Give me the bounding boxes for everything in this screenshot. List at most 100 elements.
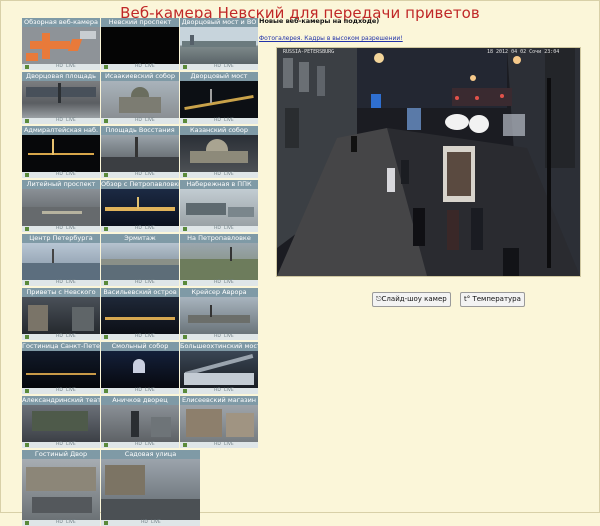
camera-status-bar: HD LIVE (101, 172, 179, 178)
street-scene-image (277, 48, 580, 276)
camera-status-bar: HD LIVE (101, 118, 179, 124)
camera-label: Васильевский остров (101, 288, 179, 297)
camera-thumb[interactable]: На Петропавловке HD LIVE (180, 234, 258, 286)
camera-image (180, 405, 258, 442)
camera-label: Приветы с Невского (22, 288, 100, 297)
camera-image (22, 459, 100, 520)
camera-thumb[interactable]: Обзорная веб-камера HD LIVE (22, 18, 100, 70)
camera-thumb[interactable]: Исаакиевский собор HD LIVE (101, 72, 179, 124)
camera-image (22, 405, 100, 442)
camera-image (22, 81, 100, 118)
camera-image (180, 81, 258, 118)
camera-status-bar: HD LIVE (180, 388, 258, 394)
camera-label: Смольный собор (101, 342, 179, 351)
camera-thumb[interactable]: Центр Петербурга HD LIVE (22, 234, 100, 286)
camera-image (22, 351, 100, 388)
camera-thumb[interactable]: Невский проспект HD LIVE (101, 18, 179, 70)
camera-thumb[interactable]: Площадь Восстания HD LIVE (101, 126, 179, 178)
camera-thumb[interactable]: Приветы с Невского HD LIVE (22, 288, 100, 340)
camera-status-bar: HD LIVE (180, 64, 258, 70)
camera-thumb[interactable]: Эрмитаж HD LIVE (101, 234, 179, 286)
camera-image (22, 189, 100, 226)
camera-status-bar: HD LIVE (22, 388, 100, 394)
camera-label: Александринский театр (22, 396, 100, 405)
camera-status-bar: HD LIVE (180, 172, 258, 178)
camera-label: Дворцовый мост (180, 72, 258, 81)
temperature-button[interactable]: t° Температура (460, 292, 525, 307)
camera-image (180, 135, 258, 172)
camera-image (101, 405, 179, 442)
camera-status-bar: HD LIVE (180, 118, 258, 124)
slideshow-button[interactable]: ⎋Слайд-шоу камер (372, 292, 451, 307)
camera-row: Дворцовая площадь HD LIVE Исаакиевский со… (22, 72, 258, 124)
camera-label: На Петропавловке (180, 234, 258, 243)
camera-status-bar: HD LIVE (22, 172, 100, 178)
camera-thumb[interactable]: Гостиный Двор HD LIVE (22, 450, 100, 526)
camera-status-bar: HD LIVE (22, 280, 100, 286)
camera-label: Обзор с Петропавловки (101, 180, 179, 189)
camera-status-bar: HD LIVE (22, 118, 100, 124)
camera-label: Гостиница Санкт-Петербург (22, 342, 100, 351)
camera-status-bar: HD LIVE (101, 334, 179, 340)
camera-label: Крейсер Аврора (180, 288, 258, 297)
camera-label: Елисеевский магазин (180, 396, 258, 405)
camera-thumb[interactable]: Дворцовый мост и ВО HD LIVE (180, 18, 258, 70)
camera-image (101, 297, 179, 334)
camera-label: Аничков дворец (101, 396, 179, 405)
camera-thumb[interactable]: Васильевский остров HD LIVE (101, 288, 179, 340)
camera-image (101, 27, 179, 64)
camera-status-bar: HD LIVE (22, 442, 100, 448)
camera-row: Приветы с Невского HD LIVE Васильевский о… (22, 288, 258, 340)
camera-image (180, 189, 258, 226)
camera-image (180, 351, 258, 388)
camera-image (101, 351, 179, 388)
camera-timestamp: 18 2012 04 02 Сочи 23:04 (487, 49, 560, 55)
camera-status-bar: HD LIVE (180, 226, 258, 232)
camera-thumb[interactable]: Александринский театр HD LIVE (22, 396, 100, 448)
camera-status-bar: HD LIVE (22, 64, 100, 70)
camera-thumb[interactable]: Садовая улица HD LIVE (101, 450, 200, 526)
camera-row: Литейный проспект HD LIVE Обзор с Петропа… (22, 180, 258, 232)
camera-label: Эрмитаж (101, 234, 179, 243)
camera-image (101, 243, 179, 280)
camera-image (101, 135, 179, 172)
main-camera-view[interactable]: RUSSIA-PETERSBURG 18 2012 04 02 Сочи 23:… (276, 47, 581, 277)
camera-row: Гостиница Санкт-Петербург HDLIVE Смольны… (22, 342, 258, 394)
camera-image (180, 297, 258, 334)
camera-status-bar: HD LIVE (101, 226, 179, 232)
gallery-link[interactable]: Фотогалерея. Кадры в высоком разрешении! (259, 35, 403, 42)
camera-thumb[interactable]: Елисеевский магазин HD LIVE (180, 396, 258, 448)
camera-row: Центр Петербурга HD LIVE Эрмитаж HD LIVE Н… (22, 234, 258, 286)
camera-thumb[interactable]: Литейный проспект HD LIVE (22, 180, 100, 232)
camera-status-bar: HD LIVE (22, 226, 100, 232)
camera-thumb[interactable]: Аничков дворец HD LIVE (101, 396, 179, 448)
camera-thumb[interactable]: Большеохтинский мост HD LIVE (180, 342, 258, 394)
camera-label: Набережная в ППК (180, 180, 258, 189)
camera-image (22, 27, 100, 64)
camera-image (101, 81, 179, 118)
camera-image (22, 135, 100, 172)
camera-label: Большеохтинский мост (180, 342, 258, 351)
camera-thumb[interactable]: Адмиралтейская наб. HD LIVE (22, 126, 100, 178)
camera-label: Обзорная веб-камера (22, 18, 100, 27)
camera-thumb[interactable]: Смольный собор HD LIVE (101, 342, 179, 394)
camera-status-bar: HD LIVE (101, 388, 179, 394)
subheading: Новые веб-камеры на подходе) (259, 17, 380, 25)
camera-image (101, 189, 179, 226)
camera-thumb[interactable]: Казанский собор HD LIVE (180, 126, 258, 178)
camera-image (101, 459, 200, 520)
camera-thumb[interactable]: Дворцовая площадь HD LIVE (22, 72, 100, 124)
camera-label: Садовая улица (101, 450, 200, 459)
camera-thumb[interactable]: Гостиница Санкт-Петербург HDLIVE (22, 342, 100, 394)
camera-image (22, 297, 100, 334)
camera-status-bar: HD LIVE (22, 334, 100, 340)
camera-image (180, 27, 258, 64)
camera-thumb[interactable]: Набережная в ППК HD LIVE (180, 180, 258, 232)
camera-thumb[interactable]: Крейсер Аврора HD LIVE (180, 288, 258, 340)
camera-thumb[interactable]: Обзор с Петропавловки HD LIVE (101, 180, 179, 232)
camera-status-bar: HD LIVE (180, 334, 258, 340)
camera-label: Гостиный Двор (22, 450, 100, 459)
camera-label: Центр Петербурга (22, 234, 100, 243)
camera-thumb[interactable]: Дворцовый мост HD LIVE (180, 72, 258, 124)
camera-status-bar: HD LIVE (101, 442, 179, 448)
